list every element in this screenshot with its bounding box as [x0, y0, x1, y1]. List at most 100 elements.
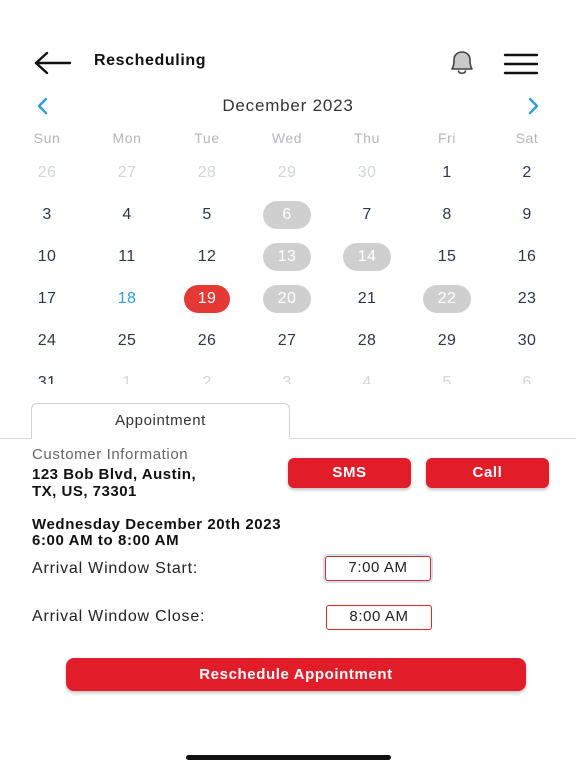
- calendar-day[interactable]: 29: [407, 320, 487, 362]
- calendar-day-number: 10: [37, 248, 57, 265]
- calendar-day-number: 21: [357, 290, 377, 307]
- calendar-day[interactable]: 15: [407, 236, 487, 278]
- reschedule-appointment-button[interactable]: Reschedule Appointment: [66, 658, 526, 691]
- calendar-day-number: 6: [522, 374, 532, 384]
- arrival-start-picker[interactable]: 7:00 AM: [325, 556, 431, 581]
- calendar-day[interactable]: 14: [327, 236, 407, 278]
- address-line-2: TX, US, 73301: [32, 483, 137, 500]
- calendar-day: 27: [87, 152, 167, 194]
- calendar-day[interactable]: 10: [7, 236, 87, 278]
- calendar-day: 6: [487, 362, 567, 384]
- calendar-day-number: 30: [517, 332, 537, 349]
- calendar-day-number: 19: [184, 285, 230, 313]
- weekday-header: Sun Mon Tue Wed Thu Fri Sat: [7, 130, 567, 146]
- calendar-day[interactable]: 6: [247, 194, 327, 236]
- back-button[interactable]: [30, 50, 76, 76]
- calendar-day: 4: [327, 362, 407, 384]
- weekday-label: Thu: [354, 130, 380, 146]
- calendar-day[interactable]: 20: [247, 278, 327, 320]
- customer-address: 123 Bob Blvd, Austin, TX, US, 73301: [32, 466, 272, 500]
- calendar-day: 26: [7, 152, 87, 194]
- sms-button[interactable]: SMS: [288, 458, 411, 488]
- calendar-day[interactable]: 13: [247, 236, 327, 278]
- weekday-label: Sat: [515, 130, 539, 146]
- calendar-day[interactable]: 21: [327, 278, 407, 320]
- tab-bar: Appointment: [0, 403, 576, 439]
- calendar-grid: 26 27 28 29 30 1 2 3 4 5 6 7 8 9 10 11 12 13 14 15 16 17 18 19 2…: [7, 152, 567, 384]
- appointment-date: Wednesday December 20th 2023: [32, 516, 282, 533]
- calendar-day: 28: [167, 152, 247, 194]
- hamburger-menu-icon: [503, 53, 539, 75]
- calendar-day-number: 30: [357, 164, 377, 181]
- customer-info-label: Customer Information: [32, 446, 189, 463]
- calendar-day[interactable]: 24: [7, 320, 87, 362]
- calendar-day[interactable]: 4: [87, 194, 167, 236]
- calendar-day[interactable]: 3: [7, 194, 87, 236]
- calendar-day[interactable]: 2: [487, 152, 567, 194]
- calendar-day: 5: [407, 362, 487, 384]
- weekday-label: Wed: [271, 130, 303, 146]
- calendar-day-number: 29: [437, 332, 457, 349]
- menu-button[interactable]: [503, 52, 539, 76]
- calendar-day[interactable]: 25: [87, 320, 167, 362]
- calendar-day-number: 29: [277, 164, 297, 181]
- calendar-week-row: 24 25 26 27 28 29 30: [7, 320, 567, 362]
- calendar-day: 2: [167, 362, 247, 384]
- arrow-left-icon: [34, 51, 72, 75]
- page-title: Rescheduling: [94, 52, 207, 69]
- calendar-day-number: 11: [118, 248, 136, 265]
- calendar-day-number: 1: [122, 374, 132, 384]
- calendar-day-number: 9: [522, 206, 532, 223]
- calendar-day: 3: [247, 362, 327, 384]
- calendar-day[interactable]: 16: [487, 236, 567, 278]
- calendar-day-number: 28: [197, 164, 217, 181]
- home-indicator: [186, 755, 391, 760]
- calendar-day[interactable]: 9: [487, 194, 567, 236]
- tab-appointment[interactable]: Appointment: [31, 403, 290, 439]
- calendar-day-number: 8: [442, 206, 452, 223]
- calendar-day-number: 13: [263, 243, 311, 271]
- calendar-day: 30: [327, 152, 407, 194]
- calendar-day-number: 24: [37, 332, 57, 349]
- calendar-day-number: 12: [197, 248, 217, 265]
- calendar-day[interactable]: 12: [167, 236, 247, 278]
- appointment-datetime: Wednesday December 20th 2023 6:00 AM to …: [32, 517, 281, 549]
- call-button[interactable]: Call: [426, 458, 549, 488]
- calendar-week-row: 3 4 5 6 7 8 9: [7, 194, 567, 236]
- arrival-start-label: Arrival Window Start:: [32, 560, 199, 577]
- calendar-navigation: December 2023: [0, 94, 576, 120]
- calendar-day-number: 16: [517, 248, 537, 265]
- appointment-time-range: 6:00 AM to 8:00 AM: [32, 532, 180, 549]
- calendar-day-number: 2: [202, 374, 212, 384]
- calendar-day[interactable]: 18: [87, 278, 167, 320]
- calendar-day[interactable]: 5: [167, 194, 247, 236]
- weekday-label: Fri: [437, 130, 457, 146]
- next-month-button[interactable]: [520, 94, 546, 118]
- calendar-day-number: 14: [343, 243, 391, 271]
- calendar-day-number: 27: [277, 332, 297, 349]
- calendar-day[interactable]: 26: [167, 320, 247, 362]
- notifications-button[interactable]: [446, 48, 478, 78]
- calendar-day[interactable]: 11: [87, 236, 167, 278]
- calendar-day[interactable]: 7: [327, 194, 407, 236]
- calendar-day[interactable]: 1: [407, 152, 487, 194]
- calendar-day[interactable]: 23: [487, 278, 567, 320]
- weekday-label: Mon: [112, 130, 142, 146]
- calendar-day-number: 26: [197, 332, 217, 349]
- calendar-day: 1: [87, 362, 167, 384]
- calendar-day[interactable]: 17: [7, 278, 87, 320]
- calendar-day-number: 6: [263, 201, 311, 229]
- address-line-1: 123 Bob Blvd, Austin,: [32, 466, 197, 483]
- calendar-day-number: 4: [122, 206, 132, 223]
- calendar-day[interactable]: 28: [327, 320, 407, 362]
- calendar-day-number: 5: [202, 206, 212, 223]
- month-title: December 2023: [222, 96, 354, 115]
- arrival-close-picker[interactable]: 8:00 AM: [326, 605, 432, 630]
- calendar-day-selected[interactable]: 19: [167, 278, 247, 320]
- calendar-day[interactable]: 30: [487, 320, 567, 362]
- calendar-day[interactable]: 31: [7, 362, 87, 384]
- calendar-day[interactable]: 27: [247, 320, 327, 362]
- calendar-week-row: 10 11 12 13 14 15 16: [7, 236, 567, 278]
- calendar-day[interactable]: 22: [407, 278, 487, 320]
- calendar-day[interactable]: 8: [407, 194, 487, 236]
